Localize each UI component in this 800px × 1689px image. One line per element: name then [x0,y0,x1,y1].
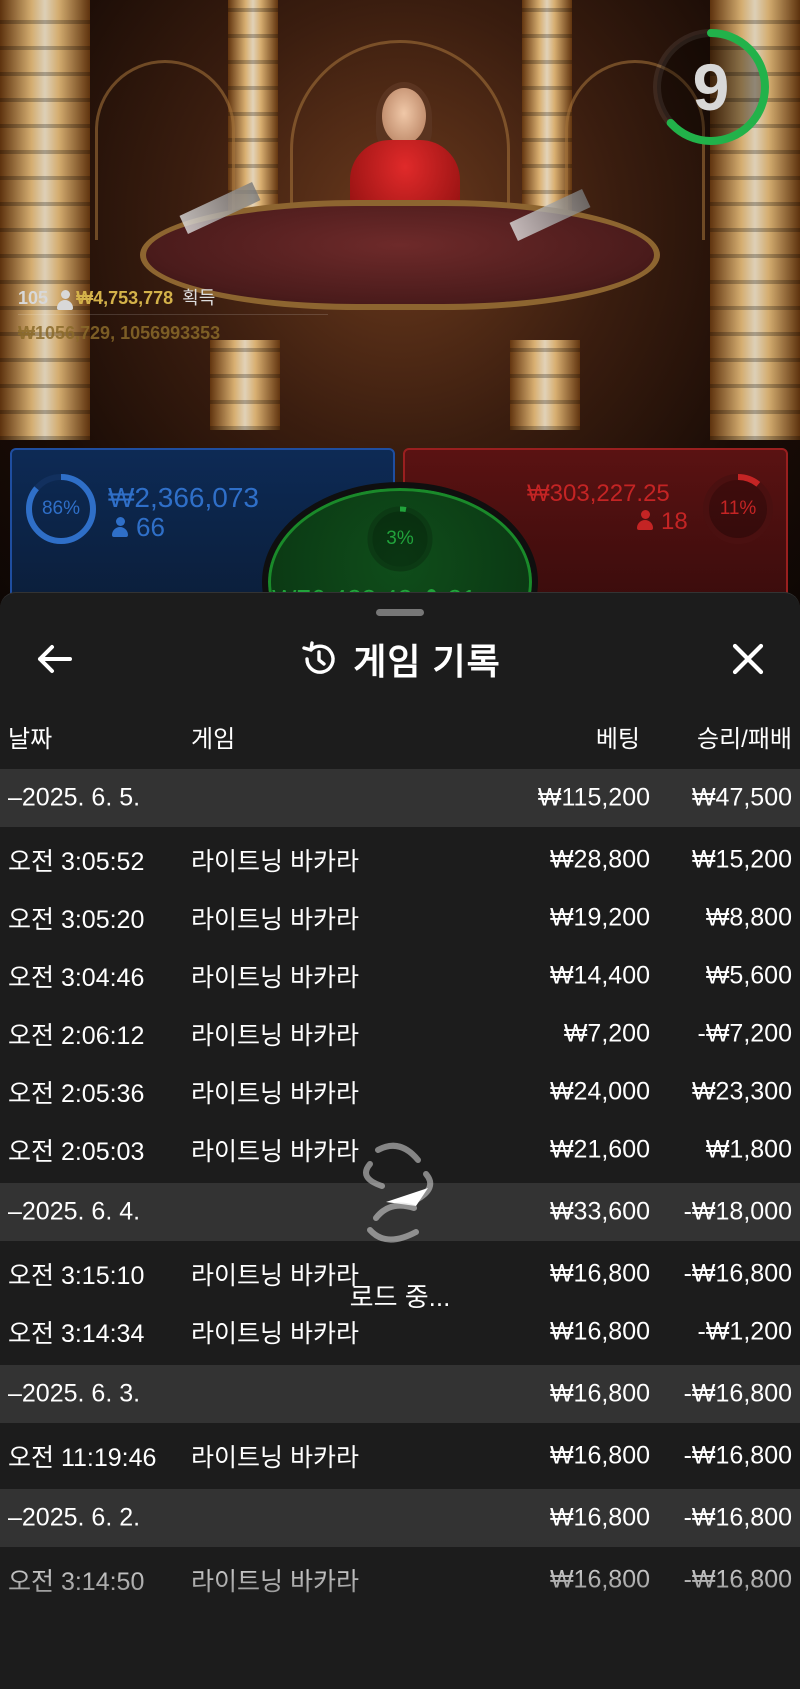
banker-bettor-count: 18 [637,508,688,536]
row-bet: ₩16,800 [549,1441,650,1470]
loading-spinner-icon [330,1130,470,1260]
history-row[interactable]: 오전 3:14:50 라이트닝 바카라 ₩16,800 -₩16,800 [0,1551,800,1609]
row-winloss: ₩8,800 [705,903,792,932]
decor-pillar [0,0,90,440]
row-bet: ₩19,200 [549,903,650,932]
tie-percent-donut: 3% [363,502,437,576]
column-header-winloss: 승리/패배 [697,726,792,753]
row-time: 오전 2:05:03 [8,1138,145,1166]
drag-handle[interactable] [376,609,424,616]
banker-bet-amount: ₩303,227.25 [527,480,670,507]
date-group-bet-total: ₩33,600 [549,1197,650,1226]
date-group-bet-total: ₩16,800 [549,1503,650,1532]
divider [18,314,328,315]
date-group-bet-total: ₩16,800 [549,1379,650,1408]
person-icon [112,517,128,537]
row-game: 라이트닝 바카라 [191,848,359,876]
row-time: 오전 3:05:52 [8,848,145,876]
player-percent: 86% [41,498,81,519]
countdown-timer: 9 [652,28,770,146]
row-time: 오전 3:04:46 [8,964,145,992]
row-bet: ₩14,400 [549,961,650,990]
row-winloss: ₩5,600 [705,961,792,990]
date-group-winloss-total: -₩16,800 [683,1379,792,1408]
round-info: ₩1056,729, 1056993353 [18,323,221,343]
winners-label: 획득 [182,288,216,308]
row-time: 오전 3:14:50 [8,1568,145,1596]
row-bet: ₩21,600 [549,1135,650,1164]
row-time: 오전 3:14:34 [8,1320,145,1348]
row-bet: ₩24,000 [549,1077,650,1106]
row-bet: ₩28,800 [549,845,650,874]
row-winloss: ₩15,200 [691,845,792,874]
date-group-row[interactable]: –2025. 6. 2. ₩16,800 -₩16,800 [0,1489,800,1547]
row-time: 오전 3:05:20 [8,906,145,934]
decor-pillar [210,340,280,430]
row-winloss: -₩16,800 [683,1565,792,1594]
countdown-number: 9 [692,50,730,124]
sheet-header: 게임 기록 [0,627,800,691]
winners-amount: ₩4,753,778 [76,288,174,308]
winners-count: 105 [18,288,49,308]
date-group-winloss-total: -₩16,800 [683,1503,792,1532]
row-winloss: -₩7,200 [697,1019,792,1048]
row-time: 오전 2:06:12 [8,1022,145,1050]
person-icon [57,290,74,310]
dealer-head [382,88,426,144]
row-time: 오전 2:05:36 [8,1080,145,1108]
history-row[interactable]: 오전 2:05:36 라이트닝 바카라 ₩24,000 ₩23,300 [0,1063,800,1121]
column-header-bet: 베팅 [595,726,640,753]
winners-summary: 105 ₩4,753,778 획득 [18,284,215,310]
sheet-title-group: 게임 기록 [0,627,800,691]
player-count-value: 66 [136,512,165,542]
date-group-row[interactable]: –2025. 6. 3. ₩16,800 -₩16,800 [0,1365,800,1423]
history-row[interactable]: 오전 11:19:46 라이트닝 바카라 ₩16,800 -₩16,800 [0,1427,800,1485]
row-game: 라이트닝 바카라 [191,906,359,934]
banker-percent: 11% [719,498,757,519]
close-icon [732,643,764,675]
row-game: 라이트닝 바카라 [191,1444,359,1472]
column-headers: 날짜 게임 베팅 승리/패배 [0,719,800,759]
row-winloss: ₩1,800 [705,1135,792,1164]
row-bet: ₩16,800 [549,1565,650,1594]
date-group-row[interactable]: –2025. 6. 5. ₩115,200 ₩47,500 [0,769,800,827]
date-group-label: –2025. 6. 2. [8,1503,141,1532]
history-icon [302,641,335,674]
row-bet: ₩7,200 [563,1019,650,1048]
tie-percent: 3% [386,528,414,549]
row-bet: ₩16,800 [549,1317,650,1346]
player-bettor-count: 66 [112,512,165,543]
date-group-winloss-total: -₩18,000 [683,1197,792,1226]
player-percent-donut: 86% [24,472,98,546]
loading-text: 로드 중... [349,1282,451,1312]
date-group-label: –2025. 6. 3. [8,1379,141,1408]
date-group-winloss-total: ₩47,500 [691,783,792,812]
history-row[interactable]: 오전 3:04:46 라이트닝 바카라 ₩14,400 ₩5,600 [0,947,800,1005]
column-header-game: 게임 [191,726,236,753]
row-winloss: -₩1,200 [697,1317,792,1346]
history-row[interactable]: 오전 3:05:20 라이트닝 바카라 ₩19,200 ₩8,800 [0,889,800,947]
sheet-title: 게임 기록 [353,641,501,682]
row-game: 라이트닝 바카라 [191,1320,359,1348]
row-game: 라이트닝 바카라 [191,1022,359,1050]
history-row[interactable]: 오전 2:06:12 라이트닝 바카라 ₩7,200 -₩7,200 [0,1005,800,1063]
history-row[interactable]: 오전 3:05:52 라이트닝 바카라 ₩28,800 ₩15,200 [0,831,800,889]
row-game: 라이트닝 바카라 [191,1080,359,1108]
row-winloss: -₩16,800 [683,1441,792,1470]
date-group-label: –2025. 6. 5. [8,783,141,812]
date-group-bet-total: ₩115,200 [537,783,650,812]
row-game: 라이트닝 바카라 [191,1568,359,1596]
date-group-label: –2025. 6. 4. [8,1197,141,1226]
person-icon [637,510,653,530]
banker-count-value: 18 [661,508,688,535]
column-header-date: 날짜 [8,726,53,753]
player-bet-amount: ₩2,366,073 [108,482,259,513]
banker-percent-donut: 11% [701,472,775,546]
row-time: 오전 11:19:46 [8,1444,157,1472]
row-winloss: ₩23,300 [691,1077,792,1106]
decor-pillar [510,340,580,430]
row-game: 라이트닝 바카라 [191,964,359,992]
close-button[interactable] [726,637,770,681]
